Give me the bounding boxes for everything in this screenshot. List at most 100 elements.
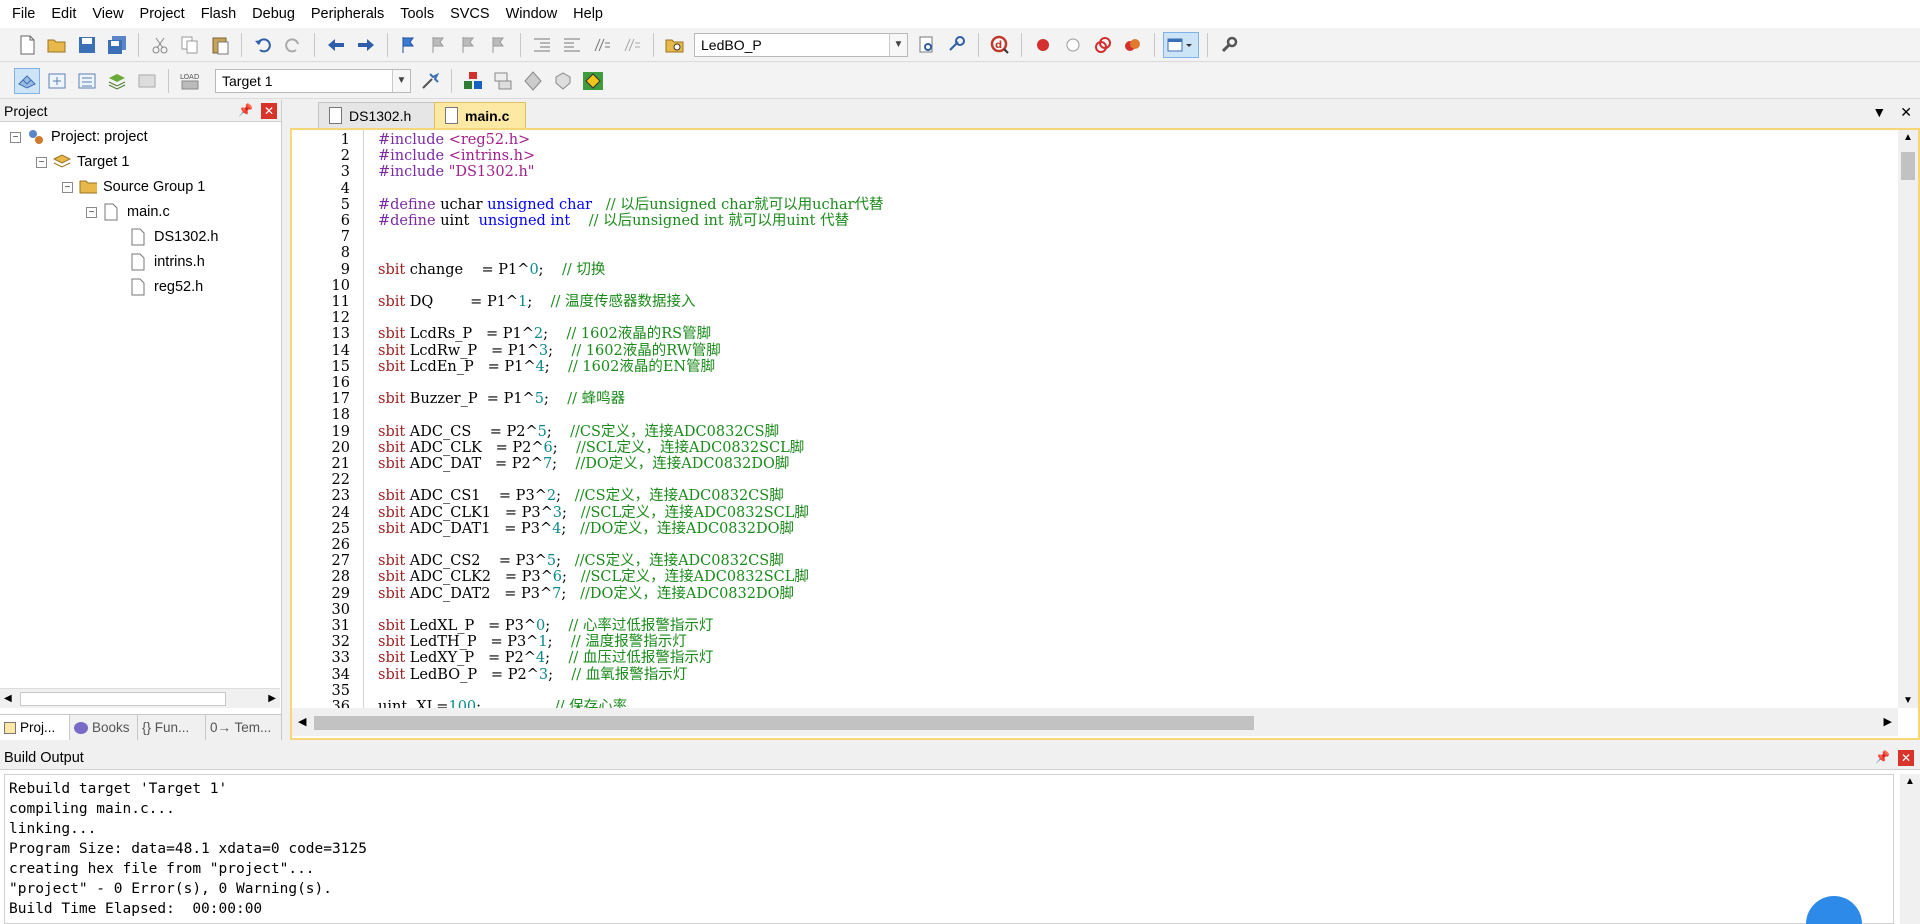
navigate-back-icon[interactable]: [323, 32, 349, 58]
tab-project[interactable]: Proj...: [0, 715, 70, 740]
build-output-text[interactable]: Rebuild target 'Target 1' compiling main…: [4, 774, 1894, 924]
scroll-up-icon[interactable]: ▲: [1903, 132, 1913, 143]
kill-breakpoints-icon[interactable]: [1120, 32, 1146, 58]
menu-edit[interactable]: Edit: [43, 0, 84, 28]
code-token: 4: [552, 520, 562, 537]
target-options-icon[interactable]: [417, 68, 443, 94]
chevron-down-icon[interactable]: ▼: [889, 33, 907, 56]
menu-view[interactable]: View: [84, 0, 131, 28]
new-file-icon[interactable]: [14, 32, 40, 58]
file-extensions-icon[interactable]: [490, 68, 516, 94]
pin-icon[interactable]: 📌: [238, 103, 253, 117]
enable-breakpoint-icon[interactable]: [1060, 32, 1086, 58]
close-icon[interactable]: ✕: [1900, 104, 1912, 121]
undo-icon[interactable]: [250, 32, 276, 58]
chevron-down-icon[interactable]: ▼: [1872, 104, 1886, 121]
incremental-find-icon[interactable]: [944, 32, 970, 58]
tree-source-group[interactable]: − Source Group 1: [62, 176, 205, 198]
close-icon[interactable]: ✕: [261, 103, 277, 119]
manage-components-icon[interactable]: [460, 68, 486, 94]
clear-bookmarks-icon[interactable]: [486, 32, 512, 58]
target-dropdown[interactable]: Target 1 ▼: [215, 68, 411, 93]
pack-installer-icon[interactable]: [550, 68, 576, 94]
menu-peripherals[interactable]: Peripherals: [303, 0, 392, 28]
configure-icon[interactable]: [1216, 32, 1242, 58]
menu-file[interactable]: File: [4, 0, 43, 28]
code-area[interactable]: #include <reg52.h> #include <intrins.h> #i…: [364, 130, 1898, 708]
scroll-left-icon[interactable]: ◀: [298, 715, 306, 728]
menu-help[interactable]: Help: [565, 0, 611, 28]
find-dropdown[interactable]: LedBO_P ▼: [694, 32, 908, 57]
select-packs-icon[interactable]: [520, 68, 546, 94]
tree-file-intrins[interactable]: intrins.h: [130, 251, 205, 273]
menu-project[interactable]: Project: [132, 0, 193, 28]
rebuild-icon[interactable]: [74, 68, 100, 94]
collapse-icon[interactable]: −: [62, 181, 73, 193]
build-icon[interactable]: [44, 68, 70, 94]
paste-icon[interactable]: [207, 32, 233, 58]
translate-icon[interactable]: [14, 67, 40, 94]
scroll-thumb[interactable]: [20, 692, 226, 706]
menu-flash[interactable]: Flash: [193, 0, 244, 28]
download-icon[interactable]: LOAD: [177, 68, 203, 94]
menu-debug[interactable]: Debug: [244, 0, 303, 28]
tab-ds1302-h[interactable]: DS1302.h: [318, 102, 444, 128]
insert-breakpoint-icon[interactable]: [1030, 32, 1056, 58]
find-in-files-icon[interactable]: [662, 32, 688, 58]
collapse-icon[interactable]: −: [10, 131, 21, 143]
comment-icon[interactable]: [589, 32, 615, 58]
disable-breakpoints-icon[interactable]: [1090, 32, 1116, 58]
bookmark-icon[interactable]: [396, 32, 422, 58]
tab-templates[interactable]: 0→ Tem...: [206, 715, 282, 740]
run-time-environment-icon[interactable]: [580, 68, 606, 94]
editor-vscrollbar[interactable]: ▲ ▼: [1898, 130, 1918, 708]
chevron-down-icon[interactable]: ▼: [392, 69, 410, 92]
scroll-right-icon[interactable]: ▶: [1884, 715, 1892, 728]
tree-file-reg52[interactable]: reg52.h: [130, 276, 203, 298]
pin-icon[interactable]: 📌: [1875, 750, 1890, 764]
cut-icon[interactable]: [147, 32, 173, 58]
redo-icon[interactable]: [280, 32, 306, 58]
menu-window[interactable]: Window: [498, 0, 566, 28]
scroll-up-icon[interactable]: ▲: [1905, 776, 1915, 787]
navigate-forward-icon[interactable]: [353, 32, 379, 58]
menu-svcs[interactable]: SVCS: [442, 0, 498, 28]
save-all-icon[interactable]: [104, 32, 130, 58]
build-vscrollbar[interactable]: ▲: [1900, 774, 1920, 924]
code-token: ADC_CLK = P2^: [409, 439, 544, 456]
code-editor[interactable]: 1 2 3 4 5 6 7 8 9 10 11 12 13 14 15 16 17 18 19 20 21 22 23 24 2…: [290, 128, 1920, 740]
batch-build-icon[interactable]: [104, 68, 130, 94]
open-folder-icon[interactable]: [44, 32, 70, 58]
save-icon[interactable]: [74, 32, 100, 58]
scroll-left-icon[interactable]: ◀: [4, 693, 12, 704]
collapse-icon[interactable]: −: [36, 156, 47, 168]
scroll-thumb[interactable]: [314, 716, 1254, 730]
close-icon[interactable]: ✕: [1898, 750, 1914, 766]
scroll-right-icon[interactable]: ▶: [268, 693, 276, 704]
unindent-icon[interactable]: [559, 32, 585, 58]
copy-icon[interactable]: [177, 32, 203, 58]
scroll-thumb[interactable]: [1901, 152, 1915, 180]
prev-bookmark-icon[interactable]: [426, 32, 452, 58]
stop-build-icon[interactable]: [134, 68, 160, 94]
tab-books[interactable]: Books: [70, 715, 138, 740]
tree-project[interactable]: − Project: project: [10, 126, 148, 148]
start-debug-icon[interactable]: d: [987, 32, 1013, 58]
code-line: sbit LedTH_P = P3^1; // 温度报警指示灯: [378, 634, 687, 650]
indent-icon[interactable]: [529, 32, 555, 58]
project-hscrollbar[interactable]: ◀ ▶: [0, 688, 280, 708]
menu-tools[interactable]: Tools: [392, 0, 442, 28]
window-layout-icon[interactable]: [1163, 31, 1199, 58]
tree-target[interactable]: − Target 1: [36, 151, 129, 173]
tree-file-ds1302[interactable]: DS1302.h: [130, 226, 219, 248]
code-line: sbit ADC_CLK = P2^6; //SCL定义，连接ADC0832SC…: [378, 440, 804, 456]
tab-functions[interactable]: {} Fun...: [138, 715, 206, 740]
tree-main-c[interactable]: − main.c: [86, 201, 170, 223]
find-icon[interactable]: [914, 32, 940, 58]
scroll-down-icon[interactable]: ▼: [1903, 695, 1913, 706]
uncomment-icon[interactable]: [619, 32, 645, 58]
tab-main-c[interactable]: main.c: [434, 102, 526, 128]
editor-hscrollbar[interactable]: ◀ ▶: [292, 708, 1898, 736]
collapse-icon[interactable]: −: [86, 206, 97, 218]
next-bookmark-icon[interactable]: [456, 32, 482, 58]
